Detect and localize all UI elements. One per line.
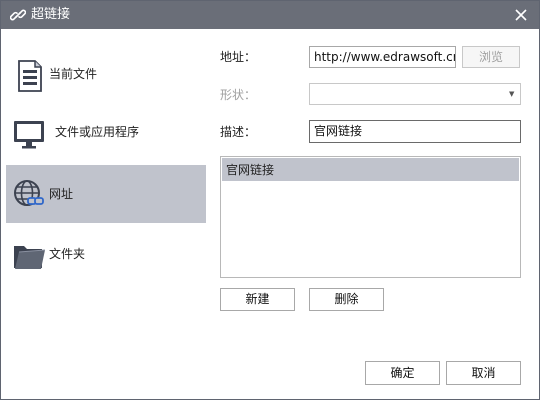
hyperlink-dialog: 超链接 当前文件 文件或应用程序 网址 文件夹 地址： http://www.e… (0, 0, 540, 400)
folder-icon (14, 246, 46, 269)
list-item[interactable]: 官网链接 (222, 158, 519, 181)
monitor-icon (14, 121, 44, 149)
dialog-title: 超链接 (31, 7, 71, 22)
shape-select[interactable] (309, 83, 521, 105)
description-field[interactable]: 官网链接 (309, 120, 521, 143)
sidebar-item-label: 文件夹 (49, 247, 86, 261)
globe-link-icon (14, 180, 44, 206)
sidebar-item-label: 当前文件 (49, 67, 98, 81)
sidebar-item-label: 文件或应用程序 (55, 125, 140, 139)
sidebar-item-current-file[interactable]: 当前文件 (6, 45, 206, 103)
sidebar-item-url[interactable]: 网址 (6, 165, 206, 223)
sidebar-item-label: 网址 (49, 187, 74, 201)
description-label: 描述： (220, 125, 257, 139)
address-field[interactable]: http://www.edrawsoft.cn (309, 46, 456, 68)
close-icon[interactable] (511, 5, 531, 25)
shape-label: 形状： (220, 88, 257, 102)
cancel-button[interactable]: 取消 (446, 361, 521, 385)
ok-button[interactable]: 确定 (365, 361, 440, 385)
browse-button[interactable]: 浏览 (462, 46, 520, 68)
list-item-label: 官网链接 (226, 163, 275, 177)
sidebar-item-folder[interactable]: 文件夹 (6, 225, 206, 283)
chevron-down-icon[interactable]: ▼ (509, 90, 514, 98)
link-icon (10, 9, 26, 21)
new-button[interactable]: 新建 (220, 288, 295, 311)
sidebar-item-file-or-application[interactable]: 文件或应用程序 (6, 103, 206, 161)
document-icon (18, 60, 42, 92)
delete-button[interactable]: 删除 (309, 288, 384, 311)
address-label: 地址： (220, 50, 257, 64)
title-bar: 超链接 (1, 1, 539, 29)
links-list[interactable]: 官网链接 (220, 156, 521, 278)
link-type-sidebar: 当前文件 文件或应用程序 网址 文件夹 (6, 45, 207, 285)
